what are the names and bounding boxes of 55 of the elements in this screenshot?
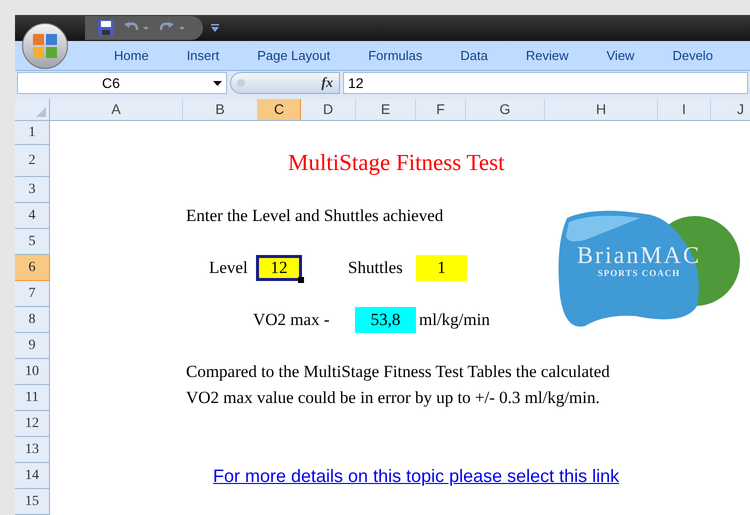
row-header[interactable]: 2 [15, 145, 50, 177]
ribbon-tab[interactable]: View [588, 46, 654, 66]
row-header[interactable]: 12 [15, 411, 50, 437]
column-header[interactable]: H [545, 99, 658, 120]
formula-field[interactable]: 12 [343, 72, 748, 94]
note-text: VO2 max value could be in error by up to +/- 0.3 ml/kg/min. [186, 387, 600, 410]
row-header[interactable]: 8 [15, 307, 50, 333]
column-header[interactable]: A [50, 99, 183, 120]
dropdown-caret-icon[interactable] [213, 80, 222, 86]
details-link[interactable]: For more details on this topic please select this link [213, 462, 620, 490]
customize-toolbar-icon[interactable] [211, 23, 219, 34]
row-header[interactable]: 6 [15, 255, 50, 281]
shuttles-label: Shuttles [348, 257, 404, 280]
shuttles-cell[interactable]: 1 [416, 255, 467, 281]
insert-function-button[interactable]: fx [230, 72, 340, 94]
level-label: Level [209, 257, 249, 280]
ribbon-tab[interactable]: Insert [168, 46, 238, 66]
column-header[interactable]: J [711, 99, 750, 120]
ribbon-tab[interactable]: Review [506, 46, 588, 66]
vo2-label: VO2 max - [253, 309, 330, 332]
column-header[interactable]: I [658, 99, 711, 120]
row-header[interactable]: 7 [15, 281, 50, 307]
row-header[interactable]: 11 [15, 385, 50, 411]
column-header[interactable]: G [466, 99, 545, 120]
ribbon-tab[interactable]: Formulas [349, 46, 442, 66]
row-header[interactable]: 15 [15, 489, 50, 515]
corner-triangle-icon [36, 107, 46, 117]
office-button-icon[interactable] [30, 31, 60, 61]
column-header[interactable]: E [356, 99, 416, 120]
column-header[interactable]: D [301, 99, 356, 120]
vo2-unit: ml/kg/min [419, 309, 490, 332]
row-header[interactable]: 10 [15, 359, 50, 385]
column-header[interactable]: F [416, 99, 466, 120]
sheet-title: MultiStage Fitness Test [288, 148, 504, 177]
ribbon-tab[interactable]: Home [95, 46, 168, 66]
ribbon-tab[interactable]: Develo [653, 46, 732, 66]
row-header[interactable]: 14 [15, 463, 50, 489]
instruction-text: Enter the Level and Shuttles achieved [186, 205, 444, 228]
row-header[interactable]: 4 [15, 203, 50, 229]
logo-tagline: SPORTS COACH [598, 269, 680, 278]
ribbon-tab[interactable]: Page Layout [238, 46, 350, 66]
note-text: Compared to the MultiStage Fitness Test Tables the calculated [186, 361, 610, 384]
column-header[interactable]: C [258, 99, 301, 120]
row-header[interactable]: 3 [15, 177, 50, 203]
name-box[interactable]: C6 [17, 72, 227, 94]
row-header[interactable]: 9 [15, 333, 50, 359]
row-header[interactable]: 5 [15, 229, 50, 255]
ribbon-tab[interactable]: Data [441, 46, 507, 66]
row-header[interactable]: 13 [15, 437, 50, 463]
select-all-corner[interactable] [15, 99, 50, 120]
row-header[interactable]: 1 [15, 121, 50, 145]
level-cell[interactable]: 12 [256, 255, 302, 281]
vo2-value-cell: 53,8 [355, 307, 416, 333]
column-header[interactable]: B [183, 99, 258, 120]
save-icon[interactable] [97, 19, 115, 38]
